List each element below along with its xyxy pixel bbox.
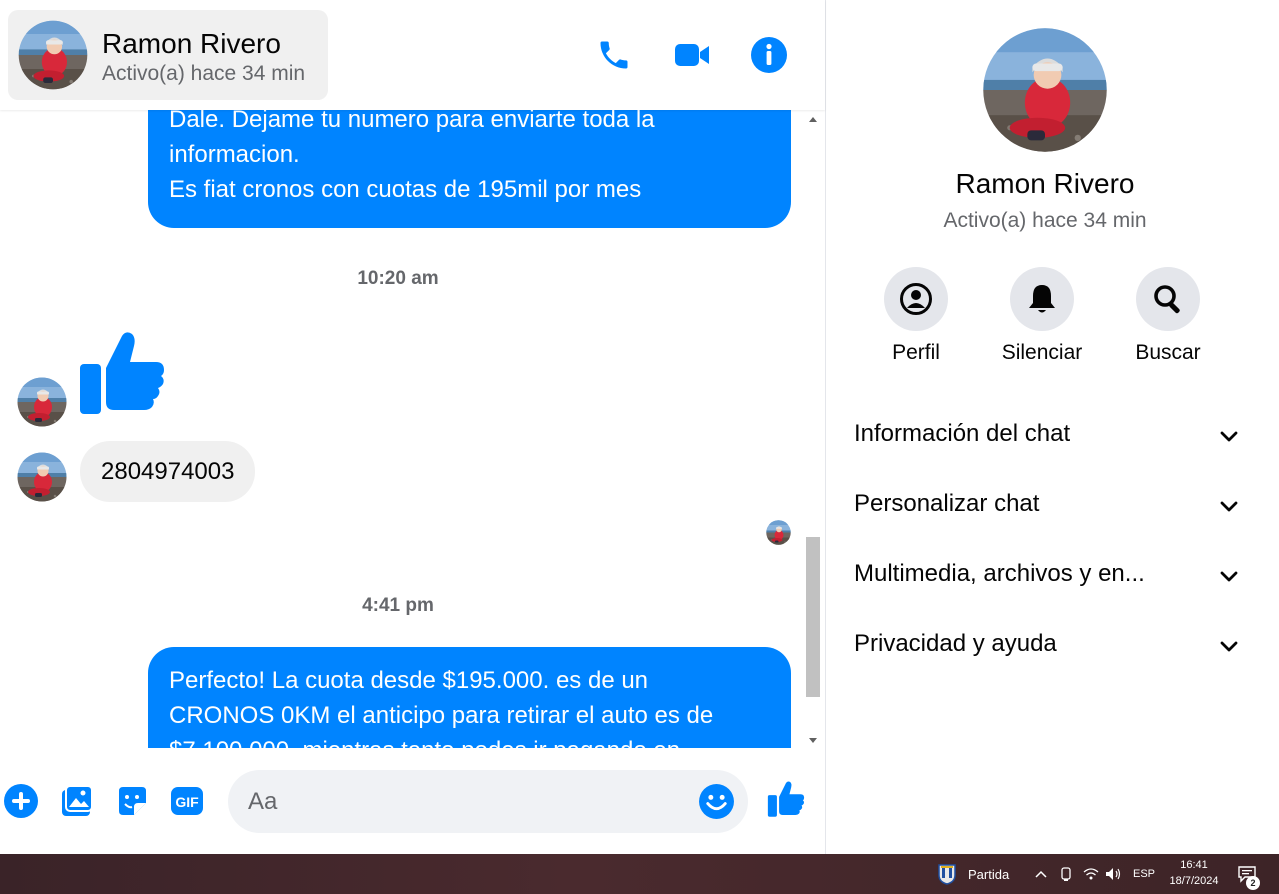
section-label: Privacidad y ayuda <box>854 630 1057 657</box>
tray-volume-button[interactable] <box>1105 854 1123 894</box>
panel-contact-status: Activo(a) hace 34 min <box>943 209 1147 232</box>
thumbs-up-sticker-icon[interactable] <box>78 330 166 416</box>
message-text-line: Perfecto! La cuota desde $195.000. es de… <box>169 667 649 694</box>
panel-contact-name: Ramon Rivero <box>955 168 1135 199</box>
profile-button-circle <box>884 267 948 331</box>
taskbar-clock[interactable]: 16:41 18/7/2024 <box>1162 857 1226 889</box>
gif-button[interactable]: GIF <box>168 782 206 820</box>
mute-button[interactable]: Silenciar <box>982 267 1102 377</box>
search-button-label: Buscar <box>1135 341 1201 364</box>
conversation-info-button[interactable] <box>749 35 789 75</box>
section-label: Información del chat <box>854 420 1071 447</box>
contact-avatar-large[interactable] <box>982 27 1108 153</box>
profile-icon <box>900 283 932 315</box>
contact-avatar-small <box>17 452 67 502</box>
contact-header-button[interactable]: Ramon Rivero Activo(a) hace 34 min <box>8 10 328 100</box>
notification-count-badge: 2 <box>1246 876 1260 890</box>
section-chat-info[interactable]: Información del chat <box>854 406 1239 466</box>
show-hidden-icons-button[interactable] <box>1034 854 1048 894</box>
message-timestamp: 10:20 am <box>357 268 439 289</box>
section-label: Personalizar chat <box>854 490 1040 517</box>
chevron-up-icon <box>1035 870 1047 878</box>
profile-button[interactable]: Perfil <box>856 267 976 377</box>
info-icon <box>751 37 787 73</box>
thumbs-up-icon <box>767 781 805 817</box>
search-icon <box>1154 285 1180 314</box>
page-scrollbar[interactable] <box>1263 0 1279 854</box>
emoji-icon[interactable] <box>698 783 735 820</box>
section-privacy-help[interactable]: Privacidad y ayuda <box>854 616 1239 676</box>
mute-button-circle <box>1010 267 1074 331</box>
chat-header: Ramon Rivero Activo(a) hace 34 min <box>0 0 825 110</box>
message-list-scrollbar[interactable] <box>806 110 824 748</box>
message-text-line: CRONOS 0KM el anticipo para retirar el a… <box>169 702 714 729</box>
contact-avatar-small <box>17 377 67 427</box>
conversation-details-panel: Ramon Rivero Activo(a) hace 34 min Perfi… <box>825 0 1263 854</box>
chevron-down-icon <box>1220 501 1238 512</box>
message-list: Dale. Dejame tu numero para enviarte tod… <box>0 110 806 748</box>
chat-pane: Ramon Rivero Activo(a) hace 34 min Dale.… <box>0 0 825 854</box>
voice-call-button[interactable] <box>594 35 634 75</box>
search-in-conversation-button[interactable]: Buscar <box>1108 267 1228 377</box>
profile-button-label: Perfil <box>892 341 940 364</box>
mute-button-label: Silenciar <box>1001 341 1083 364</box>
seen-receipt-avatar <box>766 520 791 545</box>
tray-network-button[interactable] <box>1083 854 1099 894</box>
taskbar-match-widget[interactable]: Partida <box>937 854 1009 894</box>
contact-status: Activo(a) hace 34 min <box>102 62 306 85</box>
device-icon <box>1061 867 1071 881</box>
speaker-icon <box>1106 868 1121 880</box>
wifi-icon <box>1083 868 1099 880</box>
taskbar-match-label: Partida <box>968 866 1010 882</box>
sticker-icon <box>119 787 146 815</box>
section-media-files[interactable]: Multimedia, archivos y en... <box>854 546 1239 606</box>
scroll-up-arrow-icon[interactable] <box>809 117 817 122</box>
image-icon <box>62 785 93 816</box>
received-message-bubble[interactable]: 2804974003 <box>80 441 256 502</box>
more-actions-button[interactable] <box>2 782 40 820</box>
message-composer: GIF <box>0 748 825 854</box>
section-customize-chat[interactable]: Personalizar chat <box>854 476 1239 536</box>
svg-text:GIF: GIF <box>175 794 199 810</box>
input-language-label: ESP <box>1133 868 1156 880</box>
gif-icon: GIF <box>171 787 203 815</box>
bell-icon <box>1029 285 1055 313</box>
input-language-button[interactable]: ESP <box>1133 854 1155 894</box>
clock-date: 18/7/2024 <box>1169 875 1219 887</box>
chevron-down-icon <box>1220 641 1238 652</box>
message-text-line: informacion. <box>169 141 300 168</box>
clock-time: 16:41 <box>1180 859 1208 871</box>
message-text-line: $7.100.000, mientras tanto podes ir paga… <box>169 733 769 748</box>
attach-photo-button[interactable] <box>58 782 96 820</box>
chevron-down-icon <box>1220 571 1238 582</box>
section-label: Multimedia, archivos y en... <box>854 560 1145 587</box>
sent-message-bubble[interactable]: Perfecto! La cuota desde $195.000. es de… <box>148 647 791 748</box>
search-button-circle <box>1136 267 1200 331</box>
video-call-button[interactable] <box>672 35 712 75</box>
sent-message-bubble[interactable]: Dale. Dejame tu numero para enviarte tod… <box>148 110 791 228</box>
video-camera-icon <box>675 44 709 66</box>
windows-taskbar: Partida ESP 16:41 18/7/2024 2 <box>0 854 1279 894</box>
scroll-down-arrow-icon[interactable] <box>809 738 817 743</box>
tray-device-button[interactable] <box>1059 854 1073 894</box>
send-like-button[interactable] <box>767 780 805 818</box>
plus-circle-icon <box>4 784 38 818</box>
chevron-down-icon <box>1220 431 1238 442</box>
message-timestamp: 4:41 pm <box>362 595 434 616</box>
team-crest-icon <box>938 864 956 885</box>
message-input[interactable] <box>228 770 748 833</box>
scrollbar-thumb[interactable] <box>806 537 820 697</box>
contact-avatar <box>18 20 88 90</box>
message-text-line: Es fiat cronos con cuotas de 195mil por … <box>169 176 642 203</box>
contact-name: Ramon Rivero <box>102 28 281 59</box>
phone-icon <box>600 41 628 69</box>
message-text-line: Dale. Dejame tu numero para enviarte tod… <box>169 110 655 133</box>
sticker-button[interactable] <box>113 782 151 820</box>
